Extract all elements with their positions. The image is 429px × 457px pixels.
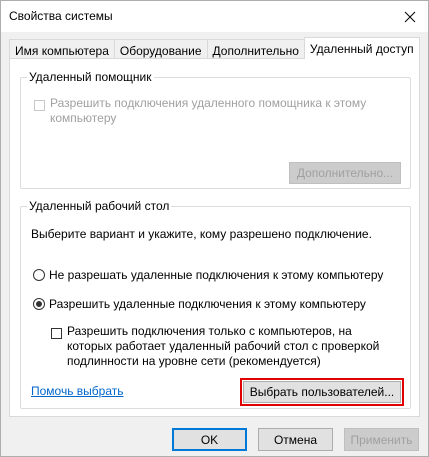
cancel-button[interactable]: Отмена — [258, 428, 333, 451]
remote-assistance-title: Удаленный помощник — [27, 70, 154, 84]
tab-bar: Имя компьютера Оборудование Дополнительн… — [9, 37, 420, 59]
nla-label[interactable]: Разрешить подключения только с компьютер… — [67, 324, 385, 369]
tab-advanced[interactable]: Дополнительно — [206, 39, 305, 58]
allow-remote-assistance-checkbox[interactable] — [34, 100, 45, 111]
select-users-button[interactable]: Выбрать пользователей... — [243, 381, 401, 403]
allow-remote-assistance-label: Разрешить подключения удаленного помощни… — [50, 96, 367, 125]
close-button[interactable] — [392, 1, 428, 32]
remote-assistance-group: Удаленный помощник Разрешить подключения… — [20, 70, 411, 189]
remote-desktop-title: Удаленный рабочий стол — [27, 199, 172, 213]
radio-selected-dot — [36, 301, 42, 307]
nla-checkbox[interactable] — [51, 328, 62, 339]
advanced-button[interactable]: Дополнительно... — [289, 162, 401, 184]
system-properties-window: Свойства системы Имя компьютера Оборудов… — [0, 0, 429, 457]
tab-computer-name[interactable]: Имя компьютера — [9, 39, 115, 58]
deny-remote-radio[interactable] — [33, 269, 45, 281]
tab-hardware[interactable]: Оборудование — [113, 39, 208, 58]
allow-remote-label[interactable]: Разрешить удаленные подключения к этому … — [49, 297, 366, 312]
title-bar: Свойства системы — [1, 1, 428, 32]
deny-remote-label[interactable]: Не разрешать удаленные подключения к это… — [49, 268, 383, 283]
remote-desktop-instruction: Выберите вариант и укажите, кому разреше… — [31, 227, 372, 241]
window-title: Свойства системы — [9, 9, 113, 23]
help-choose-link[interactable]: Помочь выбрать — [31, 384, 124, 398]
close-icon — [404, 11, 416, 22]
tab-panel-remote: Удаленный помощник Разрешить подключения… — [9, 58, 420, 417]
ok-button[interactable]: OK — [172, 428, 247, 451]
apply-button[interactable]: Применить — [344, 428, 419, 451]
tab-remote[interactable]: Удаленный доступ — [303, 37, 420, 59]
allow-remote-radio[interactable] — [33, 298, 45, 310]
remote-desktop-group: Удаленный рабочий стол Выберите вариант … — [20, 199, 411, 409]
